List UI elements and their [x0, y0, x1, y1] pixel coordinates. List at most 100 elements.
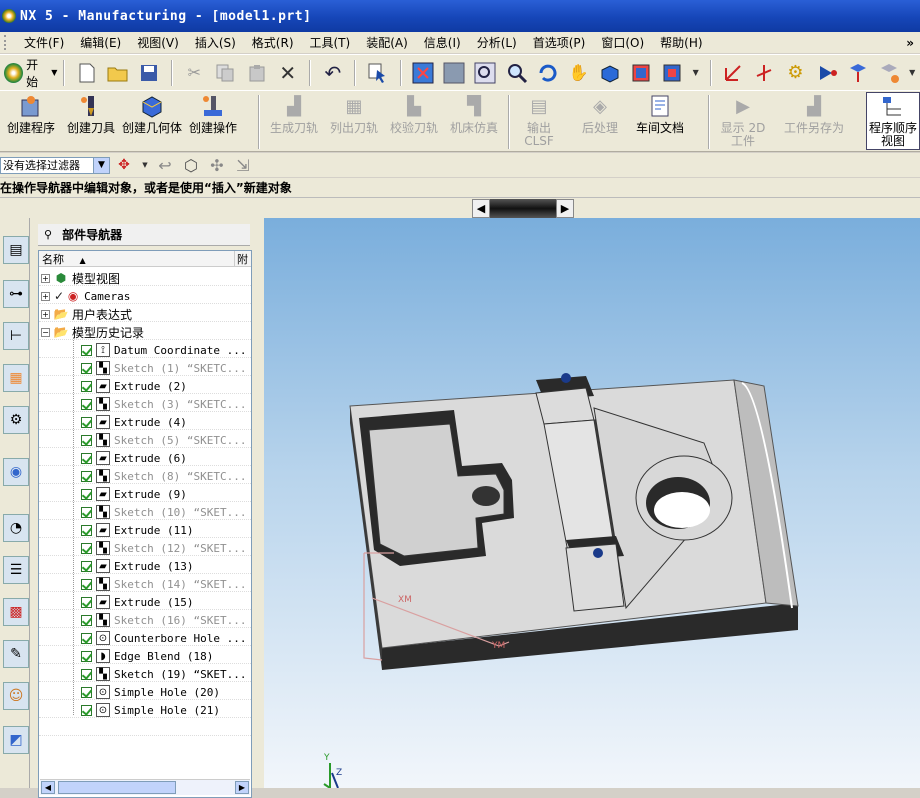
feature-checkbox[interactable] [81, 632, 92, 644]
feature-checkbox[interactable] [81, 686, 92, 698]
palette-tab-icon[interactable]: ▩ [3, 598, 29, 626]
pan-icon[interactable]: ✋ [566, 60, 591, 86]
snap-point-icon[interactable]: ✣ [207, 152, 227, 178]
system-scene-tab-icon[interactable]: ◩ [3, 726, 29, 754]
feature-checkbox[interactable] [81, 434, 92, 446]
tree-horizontal-scrollbar[interactable]: ◀ ▶ [40, 779, 250, 795]
splitter-right-icon[interactable]: ▶ [556, 199, 574, 218]
menu-view[interactable]: 视图(V) [129, 34, 187, 51]
expand-icon[interactable]: + [41, 309, 50, 319]
feature-checkbox[interactable] [81, 506, 92, 518]
wcs-icon[interactable] [721, 60, 746, 86]
feature-checkbox[interactable] [81, 542, 92, 554]
web-browser-tab-icon[interactable]: ◉ [3, 458, 29, 486]
menu-format[interactable]: 格式(R) [244, 34, 302, 51]
visible-check-icon[interactable]: ✓ [54, 289, 64, 303]
menu-help[interactable]: 帮助(H) [652, 34, 710, 51]
toolbar-options-icon[interactable]: ▼ [691, 60, 701, 86]
tool-path-icon[interactable]: ⚙ [783, 60, 808, 86]
cut-icon[interactable]: ✂ [182, 60, 207, 86]
feature-checkbox[interactable] [81, 398, 92, 410]
verify-path-button[interactable]: ▙ 校验刀轨 [386, 93, 442, 135]
generate-path-button[interactable]: ▟ 生成刀轨 [266, 93, 322, 135]
feature-checkbox[interactable] [81, 344, 92, 356]
second-column-header[interactable]: 附 [235, 251, 248, 266]
zoom-window-icon[interactable] [442, 60, 467, 86]
name-column-header[interactable]: 名称 ▲ [39, 251, 235, 266]
save-icon[interactable] [137, 60, 162, 86]
splitter-control[interactable]: ◀ ▶ [472, 199, 574, 218]
save-part-button[interactable]: ▟ 工件另存为 [782, 93, 846, 135]
machine-sim-button[interactable]: ▜ 机床仿真 [446, 93, 502, 135]
open-folder-icon[interactable] [105, 60, 130, 86]
reuse-library-tab-icon[interactable]: ▦ [3, 364, 29, 392]
zoom-box-icon[interactable] [473, 60, 498, 86]
splitter-left-icon[interactable]: ◀ [472, 199, 490, 218]
body-select-icon[interactable]: ⬡ [181, 152, 201, 178]
layer-settings-icon[interactable] [660, 60, 685, 86]
operation-navigator-tab-icon[interactable]: ⊢ [3, 322, 29, 350]
assembly-navigator-tab-icon[interactable]: ⊶ [3, 280, 29, 308]
expand-icon[interactable]: + [41, 291, 50, 301]
graphics-window[interactable]: XM YM Y Z [264, 218, 920, 788]
menu-window[interactable]: 窗口(O) [593, 34, 652, 51]
shop-doc-button[interactable]: 车间文档 [630, 93, 690, 135]
list-path-button[interactable]: ▦ 列出刀轨 [326, 93, 382, 135]
link-icon[interactable]: ↩ [155, 152, 175, 178]
menu-preferences[interactable]: 首选项(P) [525, 34, 594, 51]
menu-analysis[interactable]: 分析(L) [469, 34, 525, 51]
feature-checkbox[interactable] [81, 668, 92, 680]
show-2d-button[interactable]: ▶ 显示 2D 工件 [714, 93, 772, 148]
feature-checkbox[interactable] [81, 596, 92, 608]
program-order-view-button[interactable]: 程序顺序视图 [866, 92, 920, 150]
feature-checkbox[interactable] [81, 578, 92, 590]
feature-checkbox[interactable] [81, 416, 92, 428]
expand-icon[interactable]: + [41, 273, 50, 283]
wcs-orient-icon[interactable] [752, 60, 777, 86]
create-operation-button[interactable]: 创建操作 [186, 93, 240, 135]
fit-view-icon[interactable] [411, 60, 436, 86]
part-navigator-tab-icon[interactable]: ▤ [3, 236, 29, 264]
machine-tool-icon[interactable] [845, 60, 870, 86]
menu-information[interactable]: 信息(I) [416, 34, 469, 51]
create-geometry-button[interactable]: 创建几何体 [122, 93, 182, 135]
feature-checkbox[interactable] [81, 704, 92, 716]
menu-edit[interactable]: 编辑(E) [72, 34, 129, 51]
feature-checkbox[interactable] [81, 488, 92, 500]
roles-tab-icon[interactable]: ☺ [3, 682, 29, 710]
new-file-icon[interactable] [74, 60, 99, 86]
play-path-icon[interactable] [814, 60, 839, 86]
snap-arrow-icon[interactable]: ⇲ [233, 152, 253, 178]
feature-checkbox[interactable] [81, 650, 92, 662]
method-icon[interactable] [876, 60, 901, 86]
output-clsf-button[interactable]: ▤ 输出 CLSF [514, 93, 564, 148]
roles-list-tab-icon[interactable]: ☰ [3, 556, 29, 584]
collapse-icon[interactable]: − [41, 327, 50, 337]
layer-icon[interactable] [629, 60, 654, 86]
machine-navigator-tab-icon[interactable]: ⚙ [3, 406, 29, 434]
copy-icon[interactable] [213, 60, 238, 86]
rotate-icon[interactable] [535, 60, 560, 86]
feature-checkbox[interactable] [81, 362, 92, 374]
feature-checkbox[interactable] [81, 470, 92, 482]
menu-grip[interactable] [4, 35, 10, 50]
create-program-button[interactable]: 创建程序 [4, 93, 58, 135]
menu-insert[interactable]: 插入(S) [187, 34, 244, 51]
undo-icon[interactable]: ↶ [320, 60, 345, 86]
menu-tools[interactable]: 工具(T) [302, 34, 359, 51]
tools-tab-icon[interactable]: ✎ [3, 640, 29, 668]
feature-checkbox[interactable] [81, 380, 92, 392]
feature-checkbox[interactable] [81, 614, 92, 626]
selection-scope-arrow-icon[interactable]: ▼ [141, 152, 149, 178]
toolbar-more-icon[interactable]: ▼ [907, 60, 917, 86]
feature-checkbox[interactable] [81, 524, 92, 536]
zoom-icon[interactable] [504, 60, 529, 86]
selection-filter-dropdown[interactable]: 没有选择过滤器 ▼ [0, 156, 110, 174]
paste-icon[interactable] [244, 60, 269, 86]
create-tool-button[interactable]: 创建刀具 [64, 93, 118, 135]
history-tab-icon[interactable]: ◔ [3, 514, 29, 542]
menu-assemblies[interactable]: 装配(A) [358, 34, 416, 51]
menu-file[interactable]: 文件(F) [16, 34, 72, 51]
splitter-handle[interactable] [490, 199, 556, 218]
delete-icon[interactable]: ✕ [275, 60, 300, 86]
